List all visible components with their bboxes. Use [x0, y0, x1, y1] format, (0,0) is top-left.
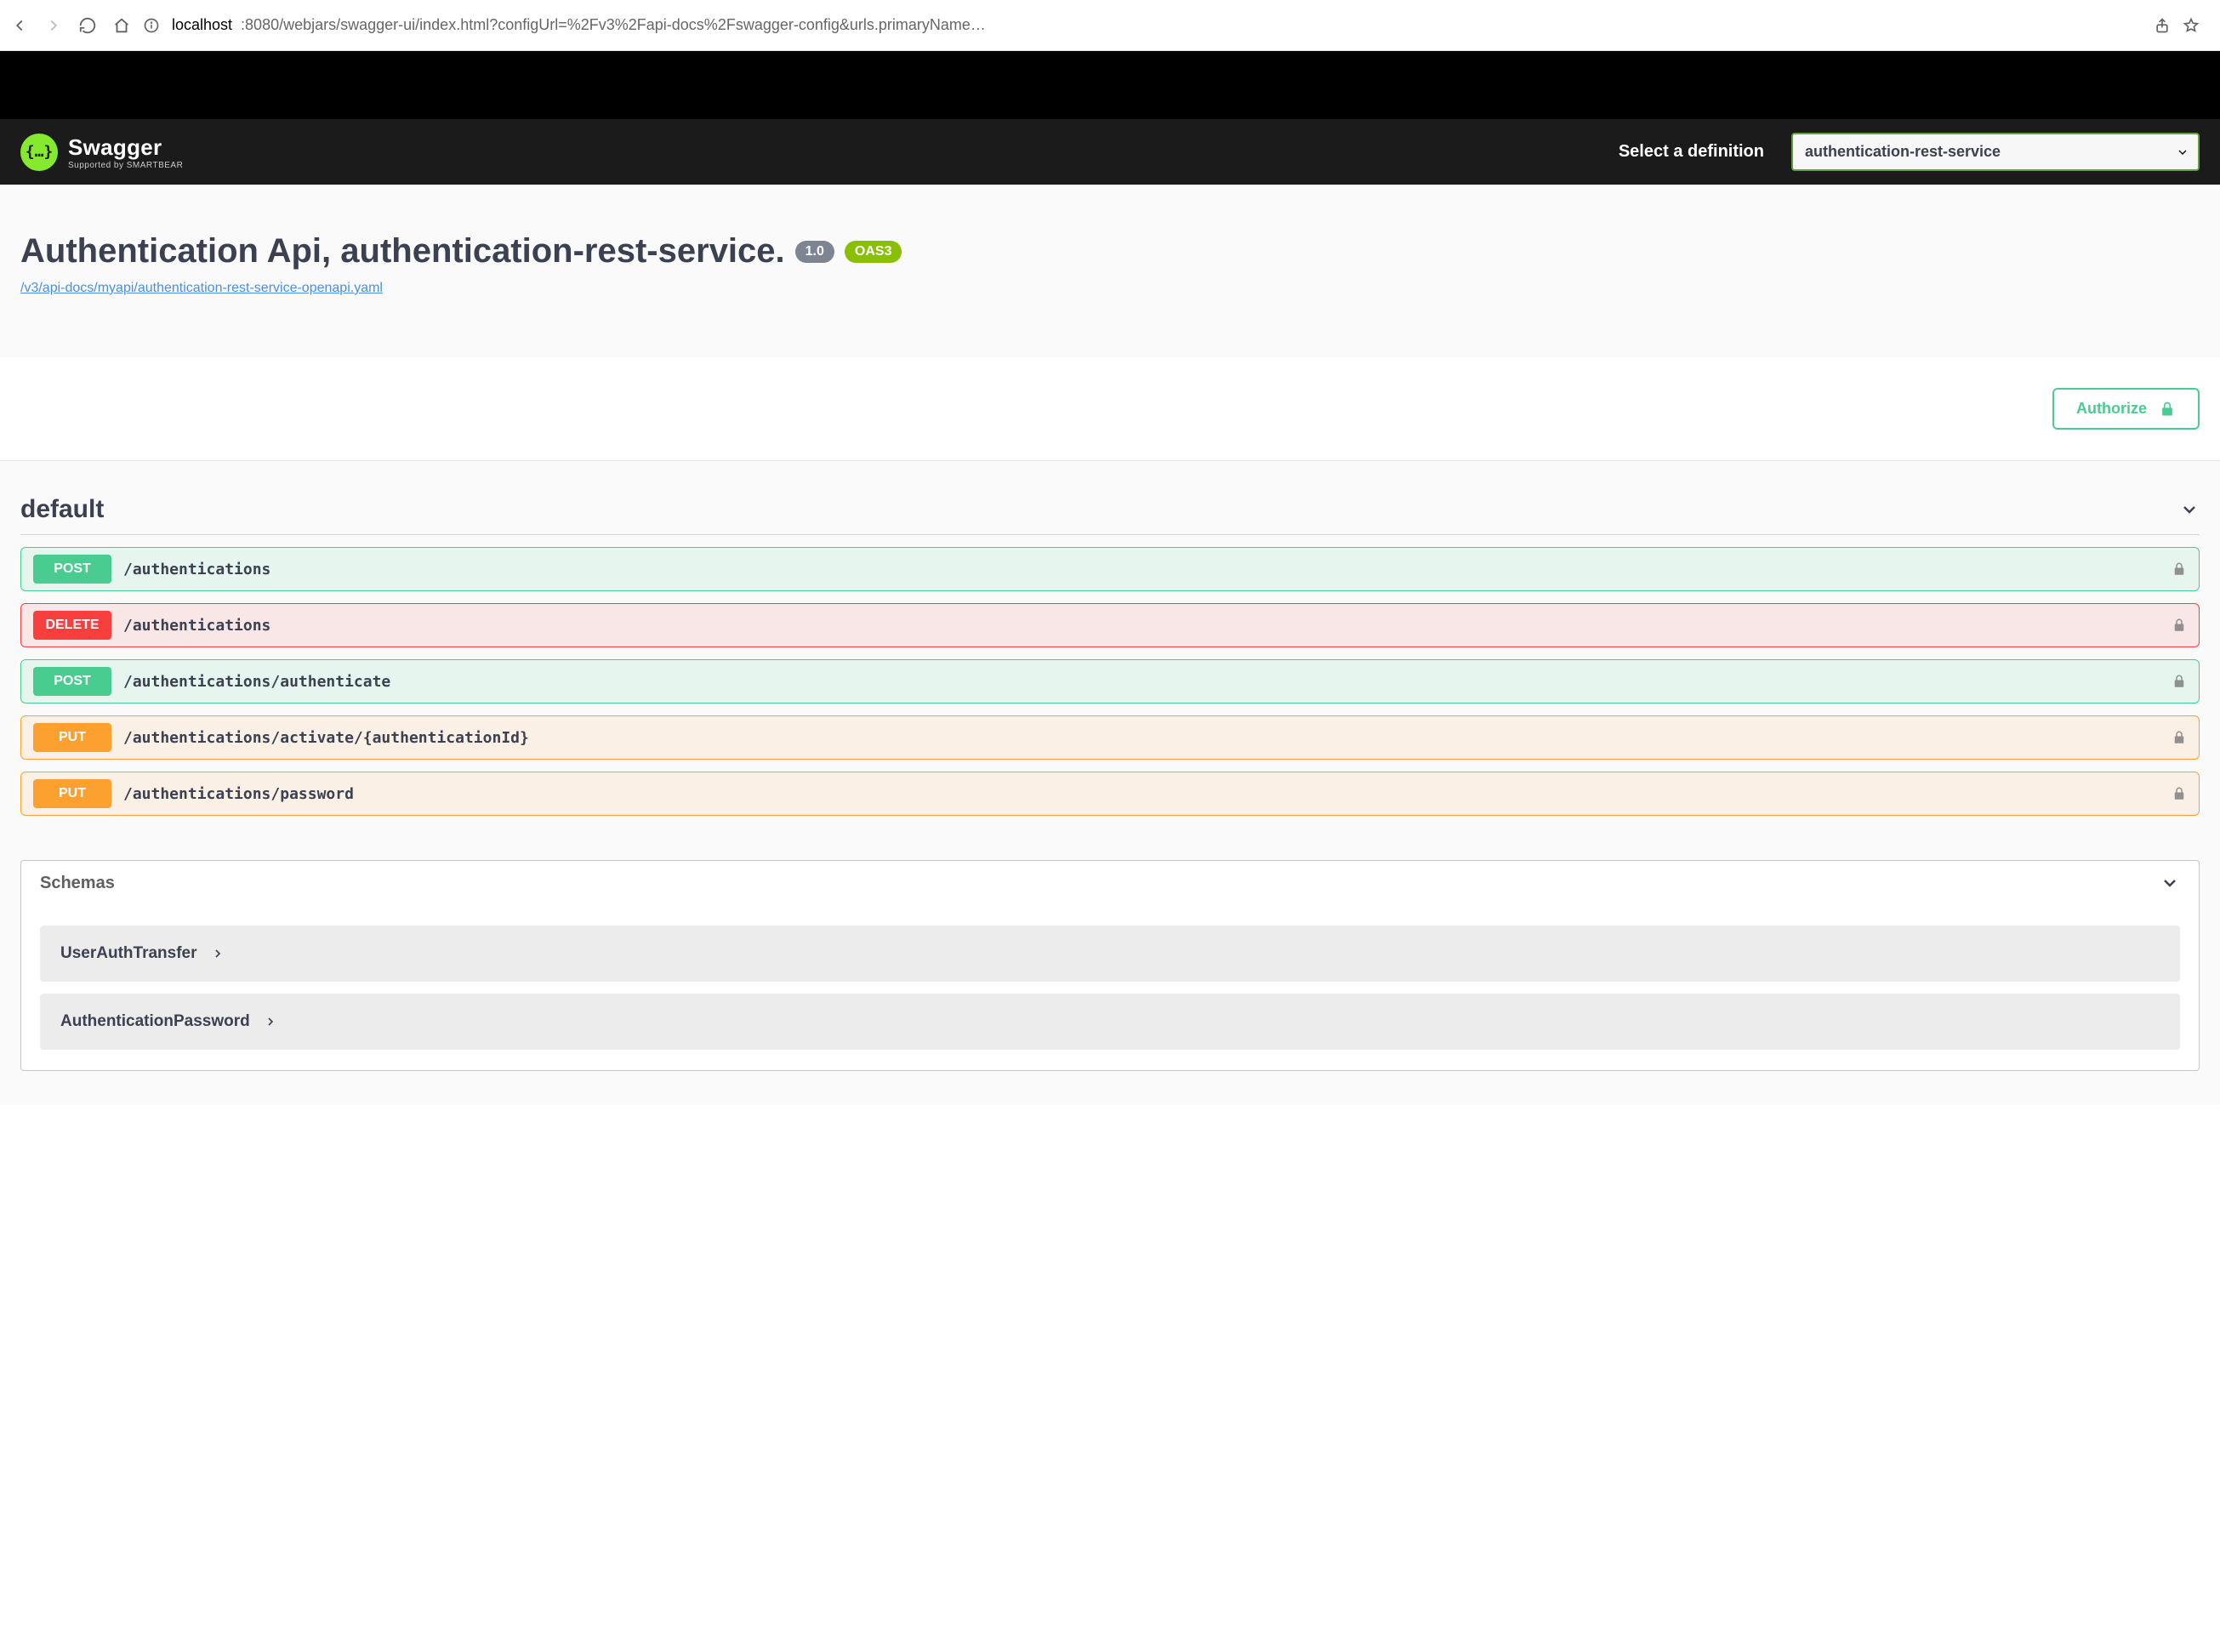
api-title: Authentication Api, authentication-rest-…: [20, 232, 785, 271]
operation-row[interactable]: PUT/authentications/password: [20, 772, 2200, 816]
chevron-right-icon: [211, 947, 225, 960]
brand-sub: Supported by SMARTBEAR: [68, 161, 183, 170]
url-path: :8080/webjars/swagger-ui/index.html?conf…: [241, 16, 986, 34]
share-icon[interactable]: [2154, 17, 2171, 34]
url-host: localhost: [172, 16, 232, 34]
lock-icon[interactable]: [2172, 561, 2187, 577]
tag-section: default POST/authenticationsDELETE/authe…: [20, 461, 2200, 816]
chevron-right-icon: [264, 1015, 277, 1028]
api-version-badge: 1.0: [795, 241, 834, 263]
schema-name: UserAuthTransfer: [60, 944, 197, 963]
definition-selected-value: authentication-rest-service: [1805, 143, 2001, 160]
lock-icon[interactable]: [2172, 786, 2187, 801]
api-spec-link[interactable]: /v3/api-docs/myapi/authentication-rest-s…: [20, 281, 383, 296]
method-badge: POST: [33, 667, 111, 696]
swagger-topbar: {…} Swagger Supported by SMARTBEAR Selec…: [0, 119, 2220, 185]
back-icon[interactable]: [10, 16, 29, 35]
chevron-down-icon: [2176, 145, 2189, 159]
operation-path: /authentications/activate/{authenticatio…: [123, 729, 2160, 747]
swagger-logo-icon: {…}: [20, 134, 58, 171]
method-badge: POST: [33, 555, 111, 584]
schemas-header[interactable]: Schemas: [21, 861, 2199, 905]
tag-name: default: [20, 495, 104, 524]
operation-path: /authentications/password: [123, 785, 2160, 803]
authorize-button[interactable]: Authorize: [2052, 388, 2200, 430]
method-badge: PUT: [33, 779, 111, 808]
lock-icon: [2159, 401, 2176, 418]
star-icon[interactable]: [2183, 17, 2200, 34]
chevron-down-icon: [2179, 499, 2200, 520]
operation-row[interactable]: POST/authentications/authenticate: [20, 659, 2200, 704]
home-icon[interactable]: [112, 16, 131, 35]
authorize-label: Authorize: [2076, 400, 2147, 418]
forward-icon: [44, 16, 63, 35]
schema-name: AuthenticationPassword: [60, 1012, 250, 1031]
url-bar[interactable]: localhost :8080/webjars/swagger-ui/index.…: [172, 16, 2142, 34]
lock-icon[interactable]: [2172, 674, 2187, 689]
api-header: Authentication Api, authentication-rest-…: [0, 185, 2220, 357]
schema-item[interactable]: AuthenticationPassword: [40, 994, 2180, 1050]
black-band: [0, 51, 2220, 119]
brand-name: Swagger: [68, 134, 183, 161]
reload-icon[interactable]: [78, 16, 97, 35]
operation-path: /authentications: [123, 617, 2160, 635]
method-badge: PUT: [33, 723, 111, 752]
operation-row[interactable]: DELETE/authentications: [20, 603, 2200, 647]
definition-select[interactable]: authentication-rest-service: [1791, 133, 2200, 171]
schema-item[interactable]: UserAuthTransfer: [40, 926, 2180, 982]
tag-header[interactable]: default: [20, 495, 2200, 535]
authorize-section: Authorize: [0, 357, 2220, 460]
lock-icon[interactable]: [2172, 730, 2187, 745]
schemas-title: Schemas: [40, 874, 115, 893]
lock-icon[interactable]: [2172, 618, 2187, 633]
info-icon[interactable]: [143, 17, 160, 34]
chevron-down-icon: [2160, 873, 2180, 893]
operation-path: /authentications/authenticate: [123, 673, 2160, 691]
operation-row[interactable]: POST/authentications: [20, 547, 2200, 591]
swagger-logo[interactable]: {…} Swagger Supported by SMARTBEAR: [20, 134, 183, 171]
browser-toolbar: localhost :8080/webjars/swagger-ui/index.…: [0, 0, 2220, 51]
schemas-section: Schemas UserAuthTransfer AuthenticationPa…: [20, 860, 2200, 1071]
operation-row[interactable]: PUT/authentications/activate/{authentica…: [20, 715, 2200, 760]
definition-select-label: Select a definition: [1619, 142, 1764, 162]
operation-path: /authentications: [123, 561, 2160, 578]
oas-badge: OAS3: [845, 241, 902, 263]
method-badge: DELETE: [33, 611, 111, 640]
